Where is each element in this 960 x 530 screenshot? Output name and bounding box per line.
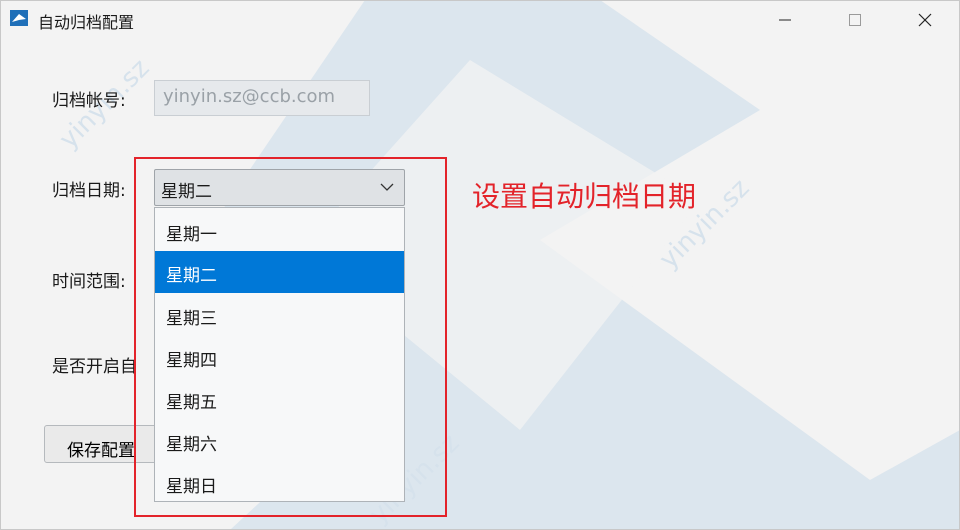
account-label: 归档帐号: xyxy=(52,91,126,111)
chevron-down-icon xyxy=(380,183,394,191)
date-option[interactable]: 星期四 xyxy=(155,336,404,378)
window-title: 自动归档配置 xyxy=(38,13,135,32)
date-option[interactable]: 星期六 xyxy=(155,420,404,462)
maximize-button[interactable] xyxy=(820,0,890,40)
maximize-icon xyxy=(849,14,861,26)
annotation-text: 设置自动归档日期 xyxy=(472,180,697,213)
close-button[interactable] xyxy=(890,0,960,40)
time-range-label: 时间范围: xyxy=(52,272,126,292)
auto-enable-label: 是否开启自 xyxy=(52,357,137,377)
close-icon xyxy=(918,13,932,27)
date-option[interactable]: 星期日 xyxy=(155,462,404,504)
app-icon xyxy=(10,10,28,26)
minimize-button[interactable] xyxy=(750,0,820,40)
date-option[interactable]: 星期五 xyxy=(155,378,404,420)
date-option[interactable]: 星期一 xyxy=(155,210,404,252)
save-config-button[interactable]: 保存配置 xyxy=(44,425,164,463)
date-label: 归档日期: xyxy=(52,181,126,201)
minimize-icon xyxy=(779,19,791,21)
date-dropdown-list: 星期一 星期二 星期三 星期四 星期五 星期六 星期日 xyxy=(154,207,405,502)
date-select[interactable]: 星期二 xyxy=(154,169,405,206)
account-field[interactable]: yinyin.sz@ccb.com xyxy=(154,80,370,116)
date-option-selected[interactable]: 星期二 xyxy=(155,251,404,293)
title-bar: 自动归档配置 xyxy=(0,0,960,40)
date-option[interactable]: 星期三 xyxy=(155,294,404,336)
date-select-value: 星期二 xyxy=(161,182,212,202)
